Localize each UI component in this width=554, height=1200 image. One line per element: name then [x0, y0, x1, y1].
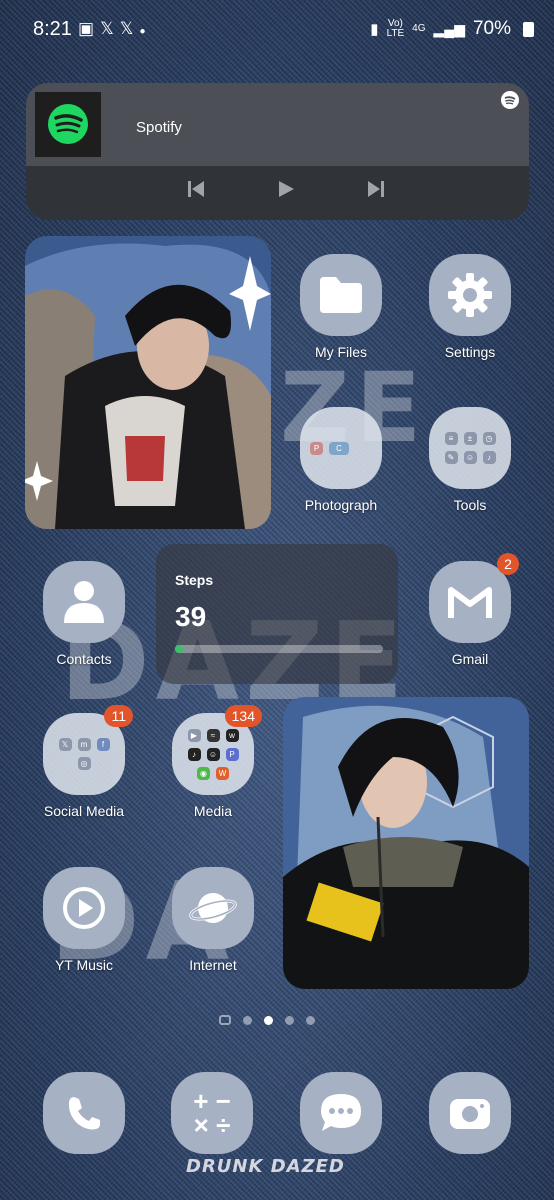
status-time: 8:21: [33, 18, 72, 40]
status-bar: 8:21 ▣𝕏𝕏● ▮ Vo) LTE 4G ▂▄▆ 70%: [0, 0, 554, 58]
folder-photograph[interactable]: P C Photograph: [276, 407, 406, 513]
portrait-photo: [25, 236, 271, 529]
notification-badge: 134: [224, 705, 262, 727]
instagram-icon: ◎: [77, 757, 91, 770]
battery-icon: [523, 21, 534, 37]
steps-count: 39: [175, 601, 207, 632]
dock-camera[interactable]: [429, 1072, 511, 1154]
folder-social-media[interactable]: 𝕏 m f ◎ 11 Social Media: [19, 705, 149, 819]
steps-title: Steps: [175, 572, 214, 588]
previous-icon[interactable]: [186, 179, 206, 204]
dock-messages[interactable]: [300, 1072, 382, 1154]
app-label: Tools: [453, 497, 487, 513]
gear-icon: [448, 273, 492, 317]
x-icon: 𝕏: [58, 738, 72, 751]
photo-widget[interactable]: [25, 236, 271, 529]
app-label: YT Music: [54, 957, 114, 973]
clock-icon: ◷: [482, 432, 496, 445]
youtube-icon: ▶: [187, 728, 201, 742]
steps-progress-fill: [175, 645, 184, 653]
pinterest-icon: P: [310, 441, 323, 455]
album-art[interactable]: [35, 92, 101, 157]
app-contacts[interactable]: Contacts: [19, 561, 149, 667]
planet-icon: [189, 893, 237, 923]
person-icon: ☺: [463, 451, 477, 464]
facebook-icon: f: [96, 738, 110, 751]
dock-phone[interactable]: [43, 1072, 125, 1154]
folder-icon: [320, 277, 362, 313]
duolingo-icon: ◉: [197, 766, 210, 780]
home-page-icon[interactable]: [219, 1015, 231, 1025]
weverse-icon: w: [225, 728, 239, 742]
steps-progress-bar: [175, 645, 383, 653]
page-dot[interactable]: [306, 1015, 315, 1025]
portrait-photo: [283, 697, 529, 989]
canva-icon: C: [329, 441, 349, 455]
app-label: My Files: [314, 344, 368, 360]
page-dot[interactable]: [243, 1015, 252, 1025]
battery-saver-icon: ▮: [370, 21, 379, 38]
calculator-mini-icon: ±: [463, 432, 477, 445]
folder-media[interactable]: ▶ ≈ w ♪ ☺ P ◉ W 134 Media: [148, 705, 278, 819]
play-icon[interactable]: [276, 179, 296, 204]
app-label: Media: [193, 803, 233, 819]
app-internet[interactable]: Internet: [148, 867, 278, 973]
tiktok-icon: ♪: [187, 747, 201, 761]
app-label: Photograph: [304, 497, 378, 513]
messages-icon: [321, 1094, 361, 1131]
camera-icon: [450, 1099, 490, 1129]
app-gmail[interactable]: 2 Gmail: [405, 553, 535, 667]
person-icon: [64, 581, 104, 623]
app-my-files[interactable]: My Files: [276, 254, 406, 360]
notification-icons: ▣𝕏𝕏●: [78, 19, 152, 39]
snapchat-icon: ☺: [206, 747, 220, 761]
dot-icon: ●: [139, 26, 152, 37]
photo-widget[interactable]: [283, 697, 529, 989]
spotify-icon: ≈: [206, 728, 220, 742]
app-label: Internet: [189, 957, 237, 973]
app-settings[interactable]: Settings: [405, 254, 535, 360]
notification-badge: 11: [104, 705, 133, 727]
battery-percent: 70%: [472, 18, 511, 39]
media-app-name: Spotify: [136, 119, 182, 136]
signal-icon: ▂▄▆: [433, 20, 465, 37]
next-icon[interactable]: [366, 179, 386, 204]
app-label: Gmail: [451, 651, 489, 667]
spotify-icon: [500, 90, 520, 115]
app-label: Contacts: [56, 651, 112, 667]
media-widget[interactable]: Spotify: [26, 83, 529, 220]
calculator-icon: + − × ÷: [171, 1072, 253, 1154]
network-type: 4G: [412, 23, 426, 34]
gmail-icon: [448, 587, 492, 618]
x-icon: 𝕏: [100, 19, 120, 38]
messenger-icon: m: [77, 738, 91, 751]
spotify-logo-icon: [48, 104, 88, 144]
folder-tools[interactable]: ≡ ± ◷ ✎ ☺ ♪ Tools: [405, 407, 535, 513]
wattpad-icon: W: [216, 766, 229, 780]
volte-icon: Vo) LTE: [386, 18, 405, 39]
gallery-icon: ▣: [78, 19, 101, 38]
steps-widget[interactable]: Steps 39: [156, 544, 398, 684]
page-dot-active[interactable]: [264, 1015, 273, 1025]
app-yt-music[interactable]: YT Music: [19, 867, 149, 973]
notes-icon: ✎: [444, 451, 458, 464]
app-label: Social Media: [43, 803, 125, 819]
x-icon: 𝕏: [119, 19, 140, 38]
notification-badge: 2: [497, 553, 519, 575]
dock-calculator[interactable]: + − × ÷: [171, 1072, 253, 1154]
bell-icon: ♪: [482, 451, 496, 464]
page-indicator[interactable]: [219, 1015, 315, 1025]
app-label: Settings: [444, 344, 496, 360]
page-dot[interactable]: [285, 1015, 294, 1025]
yt-music-icon: [63, 887, 105, 929]
voice-recorder-icon: ≡: [444, 432, 458, 445]
picsart-icon: P: [225, 747, 239, 761]
phone-icon: [68, 1097, 100, 1130]
